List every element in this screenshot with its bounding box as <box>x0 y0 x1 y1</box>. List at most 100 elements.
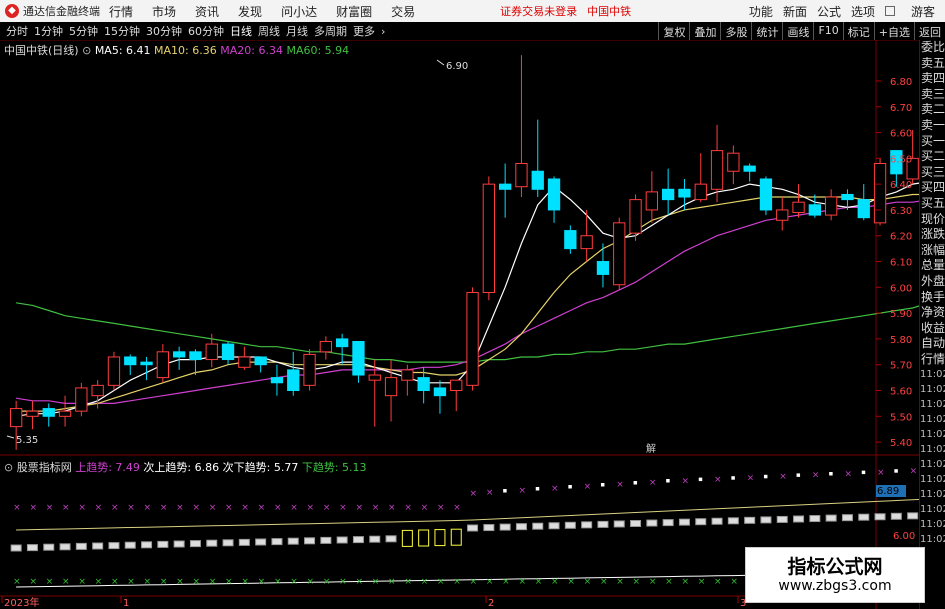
side-panel-item[interactable]: 卖二 <box>920 102 945 118</box>
candle <box>319 336 333 360</box>
trend-cross-mark: × <box>46 503 54 513</box>
candle-body <box>759 178 773 211</box>
candle <box>26 400 39 430</box>
candle <box>547 176 561 223</box>
side-panel-item[interactable]: 卖四 <box>920 71 945 87</box>
trend-cross-mark: × <box>551 484 559 494</box>
side-panel-item[interactable]: 买二 <box>920 149 945 165</box>
side-panel-item[interactable]: 行情 <box>920 352 945 368</box>
candle-body <box>91 384 104 397</box>
trend-cross-mark: × <box>192 503 200 513</box>
indicator-bar <box>760 516 772 524</box>
indicator-bar <box>401 529 413 547</box>
indicator-bar <box>499 523 511 531</box>
candle <box>254 356 267 373</box>
indicator-bar <box>189 540 201 548</box>
candle-body <box>368 374 381 381</box>
side-panel-item[interactable]: 收益 <box>920 321 945 337</box>
side-panel-item[interactable]: 卖三 <box>920 87 945 103</box>
candle-body <box>140 361 153 366</box>
side-panel-item[interactable]: 外盘 <box>920 274 945 290</box>
candle-body <box>841 193 854 201</box>
x-axis: 2023年 1 2 3 <box>1 596 746 609</box>
candle-body <box>26 410 39 417</box>
side-panel-item[interactable]: 换手 <box>920 290 945 306</box>
side-panel-item[interactable]: 涨幅 <box>920 243 945 259</box>
indicator-bar <box>515 523 527 531</box>
side-panel-item[interactable]: 买四 <box>920 180 945 196</box>
y-tick-label: 6.10 <box>890 258 912 269</box>
side-panel-item[interactable]: 买五 <box>920 196 945 212</box>
trend-dot-mark <box>503 489 507 493</box>
candle-body <box>466 291 479 386</box>
side-panel-item[interactable]: 卖一 <box>920 118 945 134</box>
indicator-bar <box>744 516 756 524</box>
candle-body <box>662 188 675 201</box>
trend-cross-mark: × <box>13 503 21 513</box>
indicator-bar <box>809 515 821 523</box>
lower-cross-mark: × <box>665 577 673 587</box>
trend-cross-mark: × <box>747 474 755 484</box>
side-panel-item[interactable]: 净资 <box>920 305 945 321</box>
tick-time: 11:02 <box>920 429 945 441</box>
indicator-bar <box>613 520 625 528</box>
trend-cross-mark: × <box>453 503 461 513</box>
indicator-bar <box>646 519 658 527</box>
trend-cross-mark: × <box>78 503 86 513</box>
lower-cross-mark: × <box>616 577 624 587</box>
tick-time: 11:02 <box>920 504 945 516</box>
candle <box>466 287 479 391</box>
event-marker[interactable]: 解 <box>646 442 656 455</box>
candle <box>189 349 202 376</box>
indicator-bar <box>483 524 495 532</box>
side-panel-item[interactable]: 自动 <box>920 336 945 352</box>
tick-time: 11:02 <box>920 459 945 471</box>
side-panel-item[interactable]: 卖五 <box>920 56 945 72</box>
trend-cross-mark: × <box>877 468 885 478</box>
side-panel-item[interactable]: 委比 <box>920 40 945 56</box>
trend-cross-mark: × <box>486 488 494 498</box>
candle <box>173 346 186 370</box>
trend-cross-mark: × <box>62 503 70 513</box>
side-panel-item[interactable]: 涨跌 <box>920 227 945 243</box>
trend-cross-mark: × <box>437 503 445 513</box>
trend-dot-mark <box>763 474 768 479</box>
indicator-axis-value: 6.00 <box>893 531 915 542</box>
indicator-bar <box>10 544 22 552</box>
trend-cross-mark: × <box>681 476 689 486</box>
candle-body <box>384 377 398 397</box>
trend-dot-mark <box>894 469 898 473</box>
tick-time: 11:02 <box>920 489 945 501</box>
candle <box>156 344 169 383</box>
trend-dot-mark <box>796 473 801 477</box>
indicator-bar <box>75 542 87 550</box>
indicator-bar <box>369 535 381 543</box>
lower-cross-mark: × <box>567 577 575 587</box>
trend-cross-mark: × <box>518 486 526 496</box>
watermark-title: 指标公式网 <box>787 556 883 578</box>
tick-time: 11:02 <box>920 474 945 486</box>
candle-body <box>10 408 23 428</box>
candle <box>776 197 789 231</box>
high-annotation-leader <box>436 59 445 66</box>
candle-body <box>873 163 887 224</box>
indicator-bar <box>841 514 853 522</box>
trend-cross-mark: × <box>910 467 918 477</box>
indicator-bar <box>858 513 870 521</box>
candle <box>140 356 153 381</box>
indicator-bar <box>793 515 805 523</box>
side-panel-item[interactable]: 买三 <box>920 165 945 181</box>
lower-cross-mark: × <box>404 577 412 587</box>
trend-dot-mark <box>861 470 866 475</box>
indicator-bar <box>564 521 576 529</box>
indicator-bar <box>907 512 919 520</box>
lower-cross-mark: × <box>78 577 86 587</box>
y-axis: 6.80 6.70 6.60 6.50 6.40 6.30 6.20 6.10 6.00 5.90… <box>876 77 912 449</box>
side-panel-item[interactable]: 买一 <box>920 134 945 150</box>
side-panel-item[interactable]: 现价 <box>920 212 945 228</box>
side-panel-item[interactable]: 总量 <box>920 258 945 274</box>
kline-chart[interactable]: 6.80 6.70 6.60 6.50 6.40 6.30 6.20 6.10 6.00 5.90… <box>0 0 945 609</box>
candle-body <box>547 178 561 211</box>
tick-time: 11:02 <box>920 369 945 381</box>
indicator-current-value: 6.89 <box>877 486 899 497</box>
